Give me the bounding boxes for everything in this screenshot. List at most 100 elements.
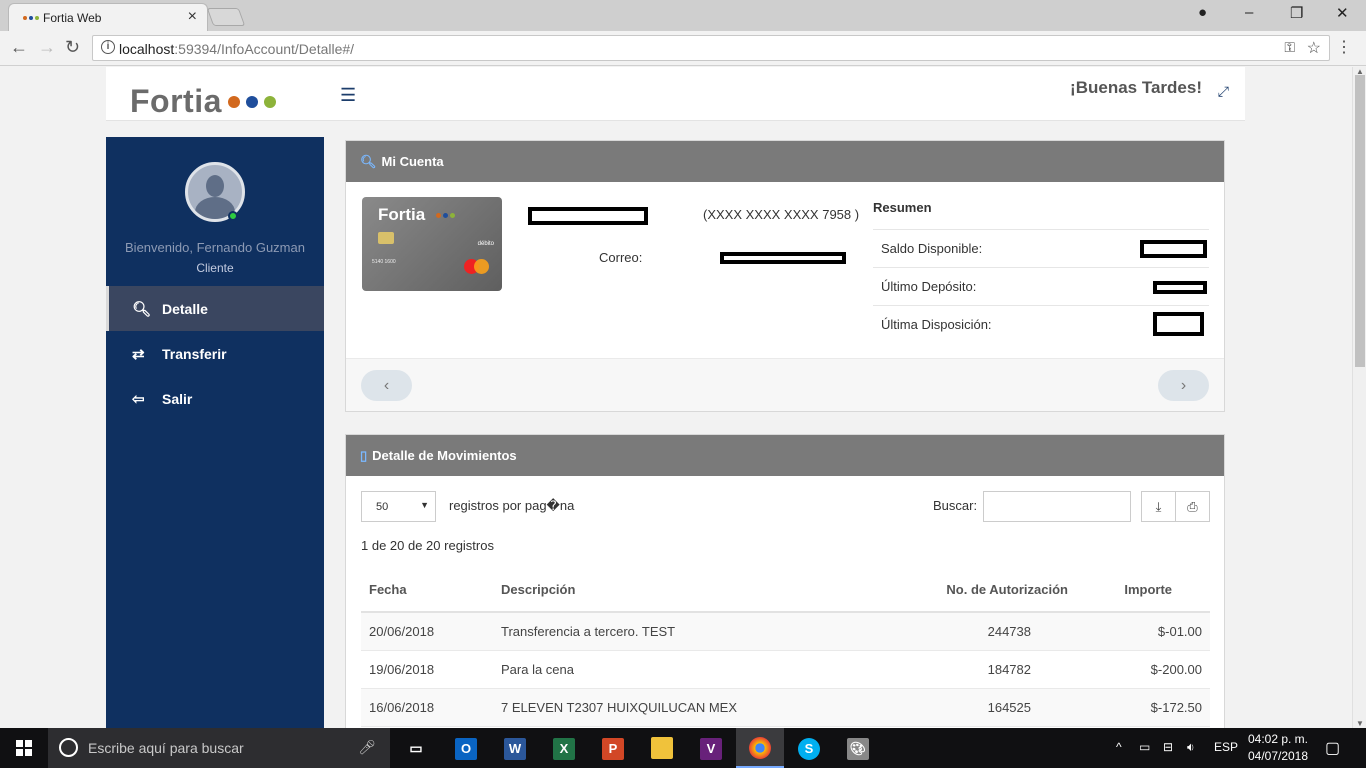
redacted-account-name (528, 207, 648, 225)
card-chip (378, 232, 394, 244)
hamburger-icon[interactable]: ☰ (340, 85, 356, 106)
cell-importe: $-200.00 (1093, 650, 1210, 689)
column-header-autorizacion[interactable]: No. de Autorización (913, 567, 1093, 613)
cell-descripcion: 7 ELEVEN T2307 HUIXQUILUCAN MEX (493, 688, 913, 727)
print-button[interactable]: ⎙ (1175, 491, 1210, 522)
profile-icon[interactable]: ● (1198, 4, 1207, 21)
close-window-icon[interactable]: ✕ (1336, 4, 1349, 22)
cell-autorizacion: 184782 (913, 650, 1093, 689)
chevron-down-icon: ▼ (420, 500, 429, 510)
panel-header: 🔍︎ Mi Cuenta (346, 141, 1224, 182)
maximize-icon[interactable]: ❐ (1290, 4, 1303, 22)
logo[interactable]: Fortia (130, 83, 276, 120)
search-input[interactable] (983, 491, 1131, 522)
skype-icon[interactable]: S (785, 728, 833, 768)
word-icon[interactable]: W (491, 728, 539, 768)
cell-autorizacion: 244738 (913, 612, 1093, 651)
download-icon: ⤓ (1155, 499, 1162, 514)
minimize-icon[interactable]: – (1245, 4, 1253, 21)
movements-table: Fecha Descripción No. de Autorización Im… (361, 567, 1210, 727)
star-icon[interactable]: ☆ (1307, 38, 1321, 58)
panel-footer: ‹ › (346, 358, 1224, 411)
greeting: ¡Buenas Tardes! (1070, 78, 1202, 97)
excel-icon[interactable]: X (540, 728, 588, 768)
tablet-icon: ▯ (360, 447, 368, 463)
windows-start-icon[interactable] (16, 740, 32, 756)
summary-row: Última Disposición: (873, 305, 1209, 343)
address-bar[interactable]: i localhost:59394/InfoAccount/Detalle#/ … (92, 35, 1330, 61)
notifications-icon[interactable]: ▢ (1325, 738, 1340, 758)
page: Fortia ☰ ¡Buenas Tardes! ⤢ Bienvenido, F… (0, 67, 1352, 728)
menu-icon[interactable]: ⋮ (1336, 37, 1352, 57)
browser-tab[interactable]: Fortia Web × (8, 3, 208, 31)
close-tab-icon[interactable]: × (188, 8, 197, 26)
summary-row: Último Depósito: (873, 267, 1209, 305)
logo-dot-green (263, 95, 276, 108)
sidebar-item-transferir[interactable]: ⇄ Transferir (106, 331, 324, 376)
table-header-row: Fecha Descripción No. de Autorización Im… (361, 567, 1210, 613)
back-icon[interactable]: ← (10, 37, 28, 58)
app-header: Fortia ☰ ¡Buenas Tardes! ⤢ (106, 67, 1245, 121)
download-button[interactable]: ⤓ (1141, 491, 1176, 522)
logo-dot-blue (245, 95, 258, 108)
prev-button[interactable]: ‹ (361, 370, 412, 401)
cell-fecha: 20/06/2018 (361, 612, 493, 651)
column-header-descripcion[interactable]: Descripción (493, 567, 913, 613)
transfer-icon: ⇄ (132, 345, 145, 363)
info-icon[interactable]: i (101, 40, 115, 54)
visual-studio-icon[interactable]: V (687, 728, 735, 768)
outlook-icon[interactable]: O (442, 728, 490, 768)
cell-descripcion: Para la cena (493, 650, 913, 689)
forward-icon[interactable]: → (38, 37, 56, 58)
key-icon[interactable]: ⚿ (1284, 39, 1295, 56)
reload-icon[interactable]: ↻ (65, 37, 80, 58)
role-text: Cliente (196, 261, 234, 275)
sidebar-item-salir[interactable]: ⇦ Salir (106, 376, 324, 421)
sidebar: Bienvenido, Fernando Guzman Cliente 🔍︎ D… (106, 137, 324, 728)
powerpoint-icon[interactable]: P (589, 728, 637, 768)
file-explorer-icon[interactable] (638, 728, 686, 768)
table-info: 1 de 20 de 20 registros (361, 538, 494, 553)
next-button[interactable]: › (1158, 370, 1209, 401)
table-row[interactable]: 16/06/2018 7 ELEVEN T2307 HUIXQUILUCAN M… (361, 688, 1210, 727)
clock[interactable]: 04:02 p. m. 04/07/2018 (1244, 731, 1312, 765)
cell-fecha: 16/06/2018 (361, 688, 493, 727)
paint-icon[interactable]: 🎨︎ (834, 728, 882, 768)
language-indicator[interactable]: ESP (1214, 740, 1238, 754)
table-row[interactable]: 19/06/2018 Para la cena 184782 $-200.00 (361, 650, 1210, 689)
column-header-importe[interactable]: Importe (1093, 567, 1210, 613)
microphone-icon[interactable]: 🎤︎ (358, 739, 376, 756)
taskbar: Escribe aquí para buscar 🎤︎ ▭ O W X P V … (0, 728, 1366, 768)
mastercard-logo-right (474, 259, 489, 274)
chrome-icon[interactable] (736, 728, 784, 768)
sidebar-item-detalle[interactable]: 🔍︎ Detalle (106, 286, 324, 331)
network-icon[interactable]: ⊟ (1163, 740, 1173, 754)
browser-toolbar: ← → ↻ i localhost:59394/InfoAccount/Deta… (0, 31, 1366, 66)
column-header-fecha[interactable]: Fecha (361, 567, 493, 613)
cell-autorizacion: 164525 (913, 688, 1093, 727)
table-row[interactable]: 20/06/2018 Transferencia a tercero. TEST… (361, 612, 1210, 651)
battery-icon[interactable]: ▭ (1139, 740, 1150, 754)
page-scrollbar[interactable]: ▲ ▼ (1352, 67, 1366, 728)
scrollbar-thumb[interactable] (1355, 75, 1365, 367)
page-length-select[interactable]: 50 ▼ (361, 491, 436, 522)
search-label: Buscar: (933, 498, 978, 513)
task-view-icon[interactable]: ▭ (392, 728, 440, 768)
taskbar-search[interactable]: Escribe aquí para buscar 🎤︎ (48, 728, 390, 768)
cell-fecha: 19/06/2018 (361, 650, 493, 689)
card-image: Fortia débito 5140 1600 (362, 197, 502, 291)
logo-dot-orange (227, 95, 240, 108)
volume-icon[interactable]: 🔉︎ (1187, 740, 1195, 755)
masked-card-number: (XXXX XXXX XXXX 7958 ) (703, 207, 860, 222)
tab-title: Fortia Web (43, 11, 102, 25)
expand-icon[interactable]: ⤢ (1218, 83, 1229, 100)
search-icon: 🔍︎ (360, 153, 377, 169)
redacted-value (1153, 281, 1207, 294)
sidebar-item-label: Transferir (162, 345, 227, 362)
sidebar-item-label: Salir (162, 390, 193, 407)
scroll-down-icon[interactable]: ▼ (1356, 719, 1364, 728)
show-hidden-icons-icon[interactable]: ^ (1116, 740, 1122, 754)
new-tab-button[interactable] (206, 8, 246, 26)
panel-header: ▯ Detalle de Movimientos (346, 435, 1224, 476)
redacted-value (1140, 240, 1207, 258)
